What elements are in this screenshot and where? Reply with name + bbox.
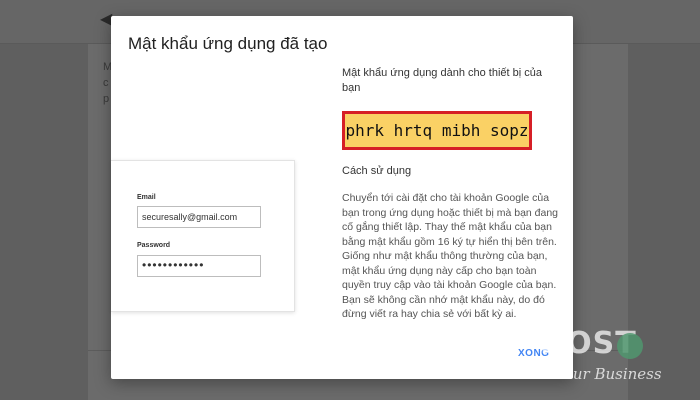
watermark-tagline: Start Your Business bbox=[512, 365, 662, 383]
password-heading: Mật khẩu ứng dụng dành cho thiết bị của … bbox=[342, 67, 543, 94]
usage-heading: Cách sử dụng bbox=[342, 165, 412, 177]
dialog-title: Mật khẩu ứng dụng đã tạo bbox=[128, 34, 328, 53]
watermark-cloud-icon bbox=[617, 333, 643, 359]
usage-instructions: Chuyển tới cài đặt cho tài khoản Google … bbox=[342, 191, 560, 322]
illustration-password-field: •••••••••••• bbox=[137, 255, 261, 277]
background-text: p bbox=[103, 93, 110, 105]
generated-password[interactable]: phrk hrtq mibh sopz bbox=[345, 121, 528, 140]
illustration-email-field: securesally@gmail.com bbox=[137, 206, 261, 228]
login-illustration: Email securesally@gmail.com Password •••… bbox=[111, 160, 295, 312]
usage-paragraph: Chuyển tới cài đặt cho tài khoản Google … bbox=[342, 192, 559, 248]
password-info-panel: Mật khẩu ứng dụng dành cho thiết bị của … bbox=[342, 66, 560, 322]
generated-password-box[interactable]: phrk hrtq mibh sopz bbox=[342, 111, 532, 150]
illustration-password-label: Password bbox=[137, 242, 171, 249]
illustration-email-label: Email bbox=[137, 194, 156, 201]
background-text: c bbox=[103, 77, 109, 89]
app-password-dialog: Mật khẩu ứng dụng đã tạo Email securesal… bbox=[111, 16, 573, 379]
usage-paragraph: Giống như mật khẩu thông thường của bạn,… bbox=[342, 250, 557, 320]
